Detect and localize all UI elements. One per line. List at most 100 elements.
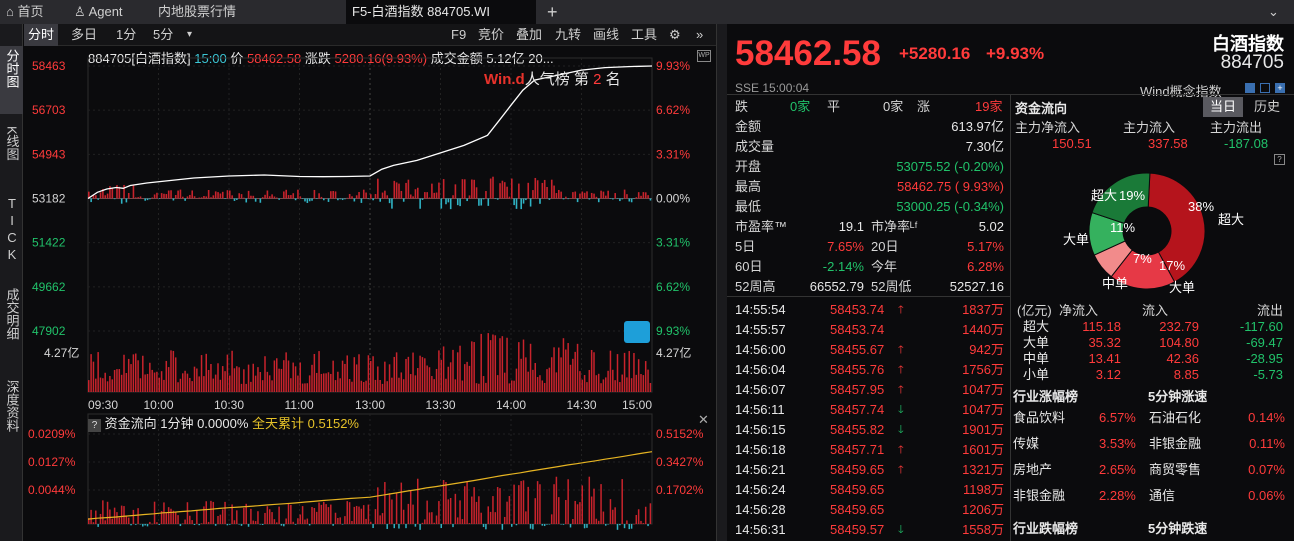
btn-overlay[interactable]: 叠加 bbox=[516, 24, 542, 46]
chevron-down-icon[interactable]: ⌄ bbox=[1262, 0, 1286, 24]
flow-bar bbox=[464, 179, 466, 199]
fund-pie-chart: 38%17%7%11%19%超大大单中单大单超大 bbox=[1063, 172, 1244, 295]
divider bbox=[1010, 94, 1011, 541]
volume-bar bbox=[231, 350, 233, 392]
btn-intraday[interactable]: 分时 bbox=[24, 24, 59, 46]
flow-bar bbox=[395, 182, 398, 199]
volume-bar bbox=[569, 364, 572, 392]
flow-bar bbox=[558, 189, 560, 199]
nav-tick[interactable]: TICK bbox=[0, 196, 23, 278]
flow-bar bbox=[546, 187, 548, 199]
industry-row[interactable]: 传媒 3.53% 非银金融 0.11% bbox=[1013, 434, 1285, 454]
volume-bar bbox=[560, 357, 562, 392]
tick-row: 14:55:54 58453.74 🡑 1837万 bbox=[735, 300, 1010, 320]
minute-flow-bar bbox=[558, 497, 560, 524]
flow-bar bbox=[635, 197, 638, 199]
btn-history[interactable]: 历史 bbox=[1247, 97, 1287, 117]
volume-bar bbox=[409, 374, 412, 392]
minute-flow-bar bbox=[393, 524, 395, 529]
volume-bar bbox=[412, 352, 414, 392]
time-tick-label: 14:30 bbox=[567, 398, 597, 412]
minute-flow-bar bbox=[146, 524, 149, 527]
flow-bar bbox=[315, 198, 318, 200]
minute-flow-bar bbox=[590, 496, 593, 524]
btn-nine-turn[interactable]: 九转 bbox=[555, 24, 581, 46]
flow-title: 资金流向 1分钟 0.0000% bbox=[104, 416, 249, 431]
volume-bar bbox=[318, 351, 320, 392]
gear-icon[interactable]: ⚙ bbox=[669, 24, 681, 46]
industry-row[interactable]: 食品饮料 6.57% 石油石化 0.14% bbox=[1013, 408, 1285, 428]
minute-flow-bar bbox=[207, 521, 210, 524]
minute-flow-bar bbox=[174, 511, 177, 524]
industry-row[interactable]: 非银金融 2.28% 通信 0.06% bbox=[1013, 486, 1285, 506]
flow-bar bbox=[499, 183, 501, 199]
price-tick-label: 58463 bbox=[32, 59, 66, 73]
flow-bar bbox=[503, 182, 506, 199]
stat-label: 成交量 bbox=[735, 139, 775, 154]
flow-bar bbox=[515, 198, 518, 209]
flow-bar bbox=[196, 197, 198, 199]
minute-flow-bar bbox=[264, 512, 266, 524]
tick-price: 58455.82 bbox=[830, 422, 885, 437]
nav-intraday[interactable]: 分时图 bbox=[0, 46, 23, 114]
pie-pct-label: 7% bbox=[1133, 251, 1152, 266]
dropdown-icon[interactable]: ▾ bbox=[187, 24, 192, 46]
tab-agent[interactable]: ♙ Agent bbox=[68, 0, 152, 24]
flow-bar bbox=[562, 198, 565, 200]
flow-bar bbox=[391, 198, 393, 209]
minute-flow-bar bbox=[572, 519, 574, 524]
help-icon[interactable]: ? bbox=[88, 419, 101, 432]
flow-bar bbox=[276, 197, 278, 199]
d60-label: 60日 bbox=[735, 259, 763, 274]
minute-flow-bar bbox=[97, 524, 99, 527]
btn-tools[interactable]: 工具 bbox=[631, 24, 657, 46]
tab-market[interactable]: 内地股票行情 bbox=[152, 0, 338, 24]
tab-baijiu-index[interactable]: F5-白酒指数 884705.WI bbox=[346, 0, 536, 24]
btn-today[interactable]: 当日 bbox=[1203, 97, 1243, 117]
btn-5min[interactable]: 5分 bbox=[153, 24, 173, 46]
btn-auction[interactable]: 竞价 bbox=[478, 24, 504, 46]
tab-home[interactable]: ⌂ 首页 bbox=[0, 0, 68, 24]
btn-multiday[interactable]: 多日 bbox=[71, 24, 97, 46]
btn-f9[interactable]: F9 bbox=[451, 24, 466, 46]
volume-bar bbox=[402, 379, 405, 392]
flow-bar bbox=[623, 189, 626, 199]
btn-1min[interactable]: 1分 bbox=[116, 24, 136, 46]
window-icon[interactable] bbox=[1260, 83, 1270, 93]
minute-flow-bar bbox=[560, 524, 562, 525]
flow-bar bbox=[574, 191, 577, 199]
volume-bar bbox=[391, 377, 393, 392]
cube-icon[interactable] bbox=[624, 321, 650, 343]
nav-label: 分时图 bbox=[4, 49, 20, 88]
volume-bar bbox=[264, 356, 266, 392]
splitter[interactable] bbox=[716, 24, 727, 541]
industry-cell: 非银金融 bbox=[1149, 436, 1202, 451]
minute-flow-bar bbox=[189, 515, 191, 524]
new-tab-icon[interactable]: + bbox=[541, 0, 565, 24]
flow-bar bbox=[386, 195, 389, 199]
add-icon[interactable]: + bbox=[1275, 83, 1285, 93]
edit-icon[interactable] bbox=[1245, 83, 1255, 93]
industry-row[interactable]: 房地产 2.65% 商贸零售 0.07% bbox=[1013, 460, 1285, 480]
arrow-down-icon: 🡓 bbox=[898, 404, 904, 416]
minute-flow-bar bbox=[456, 517, 459, 524]
volume-bar bbox=[400, 372, 403, 392]
nav-trades[interactable]: 成交明细 bbox=[0, 288, 23, 370]
expand-icon[interactable]: » bbox=[696, 24, 703, 46]
flow-bar bbox=[405, 182, 407, 199]
flow-table-row: 中单 13.41 42.36 -28.95 bbox=[1017, 352, 1283, 368]
minute-flow-bar bbox=[374, 509, 377, 524]
close-icon[interactable]: ✕ bbox=[698, 413, 712, 427]
price-pct: +9.93% bbox=[986, 44, 1045, 63]
minute-flow-bar bbox=[468, 523, 471, 524]
minute-flow-bar bbox=[95, 510, 97, 524]
nav-depth[interactable]: 深度资料 bbox=[0, 380, 23, 462]
nav-kline[interactable]: K线图 bbox=[0, 126, 23, 188]
minute-flow-bar bbox=[182, 523, 184, 524]
volume-bar bbox=[492, 334, 494, 392]
flow-bar bbox=[367, 198, 370, 200]
flow-bar bbox=[198, 197, 201, 199]
arrow-up-icon: 🡑 bbox=[898, 464, 904, 476]
ratio-row: 市盈率™ 19.1 市净率ᴸᶠ 5.02 bbox=[735, 217, 1010, 237]
btn-draw[interactable]: 画线 bbox=[593, 24, 619, 46]
